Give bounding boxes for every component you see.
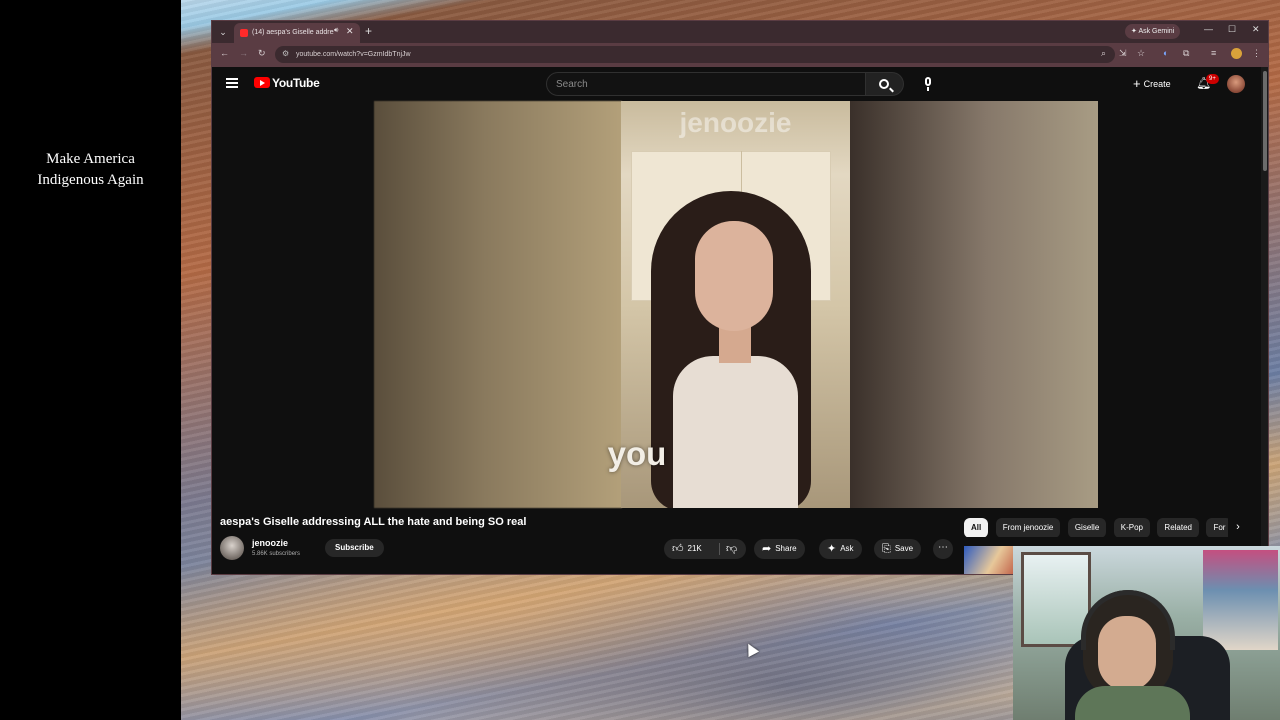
channel-avatar[interactable] <box>220 536 244 560</box>
account-avatar[interactable] <box>1227 75 1245 93</box>
share-label: Share <box>775 544 797 553</box>
scrollbar-thumb[interactable] <box>1263 71 1267 171</box>
create-label: Create <box>1143 79 1171 89</box>
slogan-line-1: Make America <box>46 151 135 167</box>
sparkle-icon: ✦ <box>827 543 837 555</box>
chip-related[interactable]: Related <box>1157 518 1199 537</box>
bookmark-icon: ⎘ <box>882 543 891 555</box>
subscribe-button[interactable]: Subscribe <box>325 539 384 557</box>
browser-window: ⌄ (14) aespa's Giselle addressi 🔊︎ ✕ + ✦… <box>211 20 1269 575</box>
ask-label: Ask <box>840 544 854 553</box>
install-icon[interactable]: ⇲ <box>1119 48 1127 59</box>
tab-youtube[interactable]: (14) aespa's Giselle addressi 🔊︎ ✕ <box>234 23 360 43</box>
youtube-masthead: YouTube +Create 🔔︎ 9+ <box>212 67 1268 101</box>
plus-icon: + <box>1133 76 1141 91</box>
like-dislike-group: 👍︎ 21K 👎︎ <box>664 539 746 559</box>
streamer-body <box>1075 686 1190 720</box>
stream-side-panel: Make America Indigenous Again <box>0 0 181 720</box>
like-button[interactable]: 👍︎ 21K <box>672 539 702 559</box>
search-button[interactable] <box>866 72 904 96</box>
tab-title: (14) aespa's Giselle addressi <box>252 29 334 36</box>
share-icon: ➦ <box>762 543 772 555</box>
slogan-text: Make America Indigenous Again <box>0 149 181 191</box>
microphone-icon <box>925 77 931 86</box>
chip-from-channel[interactable]: From jenoozie <box>995 518 1061 537</box>
search-icon <box>879 79 889 89</box>
extensions-puzzle-icon[interactable]: ⧉ <box>1183 48 1189 59</box>
microphone-stem <box>927 87 929 91</box>
chip-all[interactable]: All <box>964 518 989 537</box>
extension-icon[interactable]: ◐ <box>1163 48 1168 58</box>
close-tab-icon[interactable]: ✕ <box>346 26 354 37</box>
chip-giselle[interactable]: Giselle <box>1067 518 1107 537</box>
related-filter-chips: All From jenoozie Giselle K-Pop Related … <box>964 517 1254 537</box>
forward-icon[interactable]: → <box>239 48 248 58</box>
channel-name[interactable]: jenoozie <box>252 538 288 548</box>
youtube-favicon-icon <box>240 29 248 37</box>
video-caption: you <box>607 435 667 472</box>
ask-button[interactable]: ✦ Ask <box>819 539 862 559</box>
save-button[interactable]: ⎘ Save <box>874 539 922 559</box>
subscriber-count: 5.86K subscribers <box>252 551 301 557</box>
notification-count-badge: 9+ <box>1206 74 1219 84</box>
save-label: Save <box>894 544 914 553</box>
create-button[interactable]: + Create <box>1127 74 1177 94</box>
youtube-logo-icon[interactable] <box>254 77 270 88</box>
new-tab-icon[interactable]: + <box>365 24 372 38</box>
maximize-icon[interactable]: ☐ <box>1228 24 1236 35</box>
address-bar[interactable]: ⚙ youtube.com/watch?v=GzmIdbTnjJw <box>275 46 1115 63</box>
profile-avatar-icon[interactable] <box>1231 48 1242 59</box>
youtube-logo-text[interactable]: YouTube <box>272 76 320 90</box>
video-watermark: jenoozie <box>679 107 792 138</box>
thumbs-down-icon[interactable]: 👎︎ <box>726 539 737 559</box>
desktop-screen: Make America Indigenous Again ⌄ (14) aes… <box>0 0 1280 720</box>
webcam-overlay <box>1013 546 1280 720</box>
zoom-icon[interactable]: ⌕ <box>1101 48 1106 59</box>
person-face <box>695 221 773 331</box>
search-input[interactable] <box>547 73 865 95</box>
tab-strip: ⌄ (14) aespa's Giselle addressi 🔊︎ ✕ + ✦… <box>212 21 1268 43</box>
bookmark-star-icon[interactable]: ☆ <box>1137 48 1145 59</box>
reload-icon[interactable]: ↻ <box>258 48 266 59</box>
hamburger-menu-icon[interactable] <box>226 78 238 88</box>
url-text: youtube.com/watch?v=GzmIdbTnjJw <box>296 51 411 58</box>
back-icon[interactable]: ← <box>220 48 229 58</box>
page-scrollbar[interactable] <box>1261 67 1268 574</box>
blurred-pillar-right <box>850 101 1098 508</box>
headset <box>1081 590 1175 650</box>
like-count: 21K <box>687 544 702 553</box>
share-button[interactable]: ➦ Share <box>754 539 805 559</box>
person-torso <box>673 356 798 508</box>
ask-gemini-button[interactable]: ✦ Ask Gemini <box>1125 24 1181 39</box>
slogan-line-2: Indigenous Again <box>37 172 144 188</box>
minimize-icon[interactable]: — <box>1204 24 1213 34</box>
search-box[interactable] <box>546 72 866 96</box>
close-window-icon[interactable]: ✕ <box>1252 24 1260 35</box>
video-title: aespa's Giselle addressing ALL the hate … <box>220 516 527 528</box>
ask-gemini-label: Ask Gemini <box>1138 28 1175 35</box>
thumbs-up-icon: 👍︎ <box>672 543 684 555</box>
media-controls-icon[interactable]: ≡ <box>1211 48 1216 58</box>
address-toolbar: ← → ↻ ⚙ youtube.com/watch?v=GzmIdbTnjJw … <box>212 43 1268 67</box>
chip-kpop[interactable]: K-Pop <box>1113 518 1150 537</box>
voice-search-button[interactable] <box>916 72 940 96</box>
audio-playing-icon[interactable]: 🔊︎ <box>334 27 338 35</box>
like-divider <box>719 543 720 555</box>
site-info-icon[interactable]: ⚙ <box>282 49 289 58</box>
room-shelf <box>1203 550 1278 650</box>
chevron-right-icon[interactable]: › <box>1228 517 1248 537</box>
tab-search-icon[interactable]: ⌄ <box>216 25 230 39</box>
browser-menu-icon[interactable]: ⋮ <box>1252 48 1261 59</box>
more-actions-icon[interactable]: ⋯ <box>933 539 953 559</box>
video-player[interactable]: jenoozie you <box>212 101 1259 508</box>
